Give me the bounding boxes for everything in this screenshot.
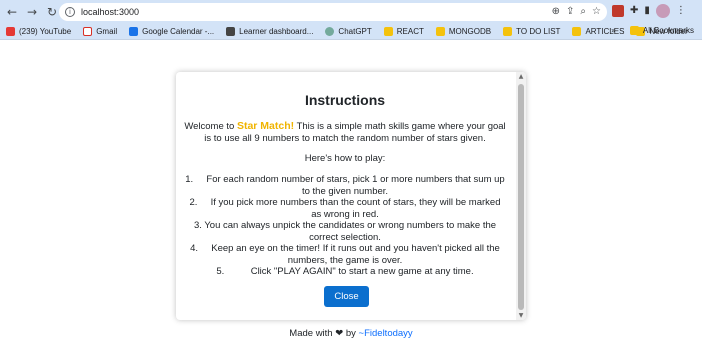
site-info-icon[interactable]: i [65, 7, 75, 17]
zoom-icon[interactable]: ⌕ [580, 5, 586, 19]
profile-avatar[interactable] [655, 4, 670, 18]
menu-kebab-icon[interactable]: ⋮ [676, 3, 686, 19]
howto-heading: Here's how to play: [304, 153, 386, 164]
footer-by: by [345, 328, 356, 339]
folder-icon [503, 26, 513, 36]
footer-prefix: Made with [289, 328, 333, 339]
back-arrow-icon[interactable]: ← [2, 2, 22, 22]
address-url[interactable]: localhost:3000 [81, 7, 139, 17]
close-button[interactable]: Close [324, 286, 369, 307]
bookmark-label: REACT [396, 26, 424, 36]
bookmark-folder-todo[interactable]: TO DO LIST [503, 26, 561, 36]
side-panel-icon[interactable]: ▮ [644, 3, 650, 19]
extension-icon[interactable] [612, 5, 624, 17]
address-bar[interactable]: i localhost:3000 ⊕ ⇪ ⌕ ☆ [59, 3, 607, 21]
modal-body: Instructions Welcome to Star Match! This… [176, 72, 514, 320]
bookmark-calendar[interactable]: Google Calendar -... [129, 26, 215, 36]
footer: Made with ❤ by ~Fideltodayy [0, 328, 702, 339]
folder-icon [572, 26, 582, 36]
youtube-icon [6, 26, 15, 36]
bookmark-gmail[interactable]: Gmail [83, 26, 118, 36]
browser-toolbar: ← → ↻ i localhost:3000 ⊕ ⇪ ⌕ ☆ ✚ ▮ ⋮ [0, 0, 702, 23]
bookmark-youtube[interactable]: (239) YouTube [6, 26, 72, 36]
heart-icon: ❤ [335, 328, 344, 339]
calendar-icon [129, 26, 139, 36]
instructions-modal: Instructions Welcome to Star Match! This… [176, 72, 526, 320]
chatgpt-icon [325, 26, 335, 36]
instruction-steps: 1. For each random number of stars, pick… [184, 174, 506, 278]
instruction-step: 3. You can always unpick the candidates … [193, 220, 499, 243]
intro-text: Welcome to Star Match! This is a simple … [184, 120, 506, 145]
bookmark-learner[interactable]: Learner dashboard... [226, 26, 314, 36]
folder-icon [435, 26, 445, 36]
folder-icon [383, 26, 393, 36]
bookmark-label: (239) YouTube [19, 26, 72, 36]
modal-title: Instructions [304, 92, 386, 108]
bookmark-label: Learner dashboard... [239, 26, 314, 36]
bookmark-label: Gmail [96, 26, 118, 36]
scroll-down-arrow-icon[interactable]: ▼ [516, 311, 526, 320]
bookmarks-bar: (239) YouTube Gmail Google Calendar -...… [0, 23, 702, 40]
folder-icon [629, 26, 639, 35]
instruction-step: 5. Click "PLAY AGAIN" to start a new gam… [216, 266, 474, 277]
forward-arrow-icon[interactable]: → [22, 2, 42, 22]
extensions-puzzle-icon[interactable]: ✚ [630, 3, 638, 19]
learner-icon [226, 26, 236, 36]
bookmark-folder-react[interactable]: REACT [383, 26, 424, 36]
modal-scrollbar[interactable]: ▲ ▼ [516, 72, 526, 320]
instruction-step: 4. Keep an eye on the timer! If it runs … [190, 243, 503, 266]
scroll-thumb[interactable] [518, 84, 524, 310]
bookmark-label: Google Calendar -... [142, 26, 215, 36]
install-app-icon[interactable]: ⊕ [552, 5, 560, 19]
bookmark-label: ChatGPT [338, 26, 372, 36]
bookmark-label: TO DO LIST [516, 26, 561, 36]
instruction-step: 1. For each random number of stars, pick… [185, 174, 508, 197]
intro-prefix: Welcome to [184, 121, 237, 132]
bookmark-folder-mongodb[interactable]: MONGODB [435, 26, 492, 36]
author-link[interactable]: ~Fideltodayy [359, 328, 413, 339]
more-bookmarks-chevron-icon[interactable]: » [611, 26, 616, 35]
bookmark-chatgpt[interactable]: ChatGPT [325, 26, 372, 36]
page-content: Instructions Welcome to Star Match! This… [0, 41, 702, 347]
game-brand: Star Match! [236, 120, 295, 132]
all-bookmarks-link[interactable]: All Bookmarks [643, 26, 694, 35]
bookmark-label: MONGODB [448, 26, 492, 36]
instruction-step: 2. If you pick more numbers than the cou… [189, 197, 504, 220]
gmail-icon [83, 26, 93, 36]
bookmark-star-icon[interactable]: ☆ [592, 5, 601, 19]
scroll-up-arrow-icon[interactable]: ▲ [516, 72, 526, 81]
share-icon[interactable]: ⇪ [566, 5, 574, 19]
